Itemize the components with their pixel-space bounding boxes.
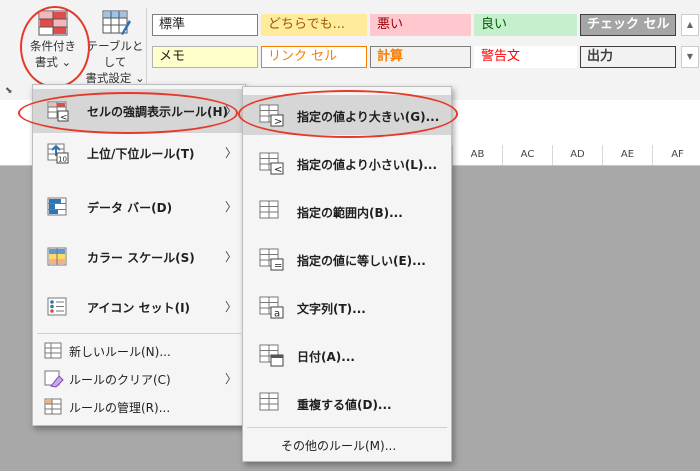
highlight-rules-icon: < bbox=[47, 100, 69, 125]
rule-2-icon bbox=[259, 200, 285, 227]
svg-text:<: < bbox=[274, 165, 282, 176]
svg-text:>: > bbox=[274, 117, 282, 128]
menu-item-label: データ バー(D) bbox=[87, 201, 173, 215]
cell-style-0[interactable]: 標準 bbox=[152, 14, 258, 36]
icon-set-icon bbox=[47, 296, 69, 321]
column-header-AF[interactable]: AF bbox=[652, 145, 700, 165]
rule-6-icon bbox=[259, 392, 285, 419]
rule-0-icon: > bbox=[259, 104, 285, 131]
menu-item-icon-set[interactable]: アイコン セット(I) 〉 bbox=[33, 285, 245, 329]
rule-5-icon bbox=[259, 344, 285, 371]
menu-item-clear-rule[interactable]: ルールのクリア(C) 〉 bbox=[33, 365, 245, 391]
menu-item-label: ルールの管理(R)... bbox=[69, 401, 171, 415]
more-rules-label: その他のルール(M)... bbox=[281, 439, 397, 453]
clear-rule-icon bbox=[43, 368, 65, 393]
menu-item-color-scale[interactable]: カラー スケール(S) 〉 bbox=[33, 235, 245, 279]
submenu-item-4[interactable]: a 文字列(T)... bbox=[243, 287, 451, 327]
cell-style-5[interactable]: メモ bbox=[152, 46, 258, 68]
svg-text:10: 10 bbox=[58, 156, 67, 164]
new-rule-icon bbox=[43, 340, 65, 365]
top-bottom-icon: 10 bbox=[47, 142, 69, 167]
format-table-icon bbox=[102, 10, 131, 35]
cell-style-4[interactable]: チェック セル bbox=[580, 14, 676, 36]
rule-3-icon: = bbox=[259, 248, 285, 275]
submenu-separator bbox=[247, 427, 447, 428]
svg-text:<: < bbox=[60, 113, 68, 122]
cell-style-8[interactable]: 警告文 bbox=[474, 46, 577, 68]
conditional-formatting-button[interactable]: 条件付き 書式 ⌄ bbox=[26, 10, 80, 70]
submenu-item-1[interactable]: < 指定の値より小さい(L)... bbox=[243, 143, 451, 183]
color-scale-icon bbox=[47, 246, 69, 271]
cell-style-7[interactable]: 計算 bbox=[370, 46, 471, 68]
submenu-item-label: 日付(A)... bbox=[297, 350, 355, 364]
submenu-item-0[interactable]: > 指定の値より大きい(G)... bbox=[243, 95, 451, 135]
chevron-right-icon: 〉 bbox=[224, 372, 237, 386]
rule-4-icon: a bbox=[259, 296, 285, 323]
menu-separator bbox=[37, 333, 241, 334]
cell-style-9[interactable]: 出力 bbox=[580, 46, 676, 68]
manage-rule-icon bbox=[43, 396, 65, 421]
svg-text:a: a bbox=[274, 309, 280, 320]
column-header-AD[interactable]: AD bbox=[552, 145, 602, 165]
column-header-AB[interactable]: AB bbox=[452, 145, 502, 165]
submenu-item-label: 指定の値より小さい(L)... bbox=[297, 158, 438, 172]
submenu-item-5[interactable]: 日付(A)... bbox=[243, 335, 451, 375]
more-rules-item[interactable]: その他のルール(M)... bbox=[243, 431, 451, 457]
ribbon-divider bbox=[146, 8, 147, 86]
format-as-table-button[interactable]: テーブルとして 書式設定 ⌄ bbox=[82, 10, 148, 86]
chevron-right-icon: 〉 bbox=[224, 146, 237, 160]
submenu-item-2[interactable]: 指定の範囲内(B)... bbox=[243, 191, 451, 231]
dialog-launcher-icon[interactable]: ⬊ bbox=[5, 86, 13, 96]
chevron-right-icon: 〉 bbox=[224, 300, 237, 314]
cond-format-label-2: 書式 ⌄ bbox=[34, 55, 72, 69]
menu-item-label: カラー スケール(S) bbox=[87, 251, 195, 265]
cell-style-1[interactable]: どちらでも... bbox=[261, 14, 367, 36]
menu-item-top-bottom[interactable]: 10 上位/下位ルール(T) 〉 bbox=[33, 131, 245, 175]
format-table-label-1: テーブルとして bbox=[86, 39, 144, 69]
cell-style-6[interactable]: リンク セル bbox=[261, 46, 367, 68]
cell-style-2[interactable]: 悪い bbox=[370, 14, 471, 36]
styles-scroll-up-icon[interactable]: ▲ bbox=[681, 14, 699, 36]
svg-text:=: = bbox=[274, 261, 282, 272]
submenu-item-6[interactable]: 重複する値(D)... bbox=[243, 383, 451, 423]
cell-style-3[interactable]: 良い bbox=[474, 14, 577, 36]
menu-item-label: セルの強調表示ルール(H) bbox=[87, 105, 229, 119]
menu-item-label: ルールのクリア(C) bbox=[69, 373, 171, 387]
submenu-item-label: 重複する値(D)... bbox=[297, 398, 392, 412]
menu-item-manage-rule[interactable]: ルールの管理(R)... bbox=[33, 393, 245, 419]
submenu-item-label: 指定の値に等しい(E)... bbox=[297, 254, 426, 268]
column-header-AE[interactable]: AE bbox=[602, 145, 652, 165]
submenu-item-label: 指定の値より大きい(G)... bbox=[297, 110, 440, 124]
submenu-item-3[interactable]: = 指定の値に等しい(E)... bbox=[243, 239, 451, 279]
submenu-item-label: 文字列(T)... bbox=[297, 302, 366, 316]
conditional-format-menu: < セルの強調表示ルール(H) 〉 10 上位/下位ルール(T) 〉データ バー(D) 〉カ… bbox=[32, 84, 246, 426]
menu-item-highlight-rules[interactable]: < セルの強調表示ルール(H) 〉 bbox=[33, 89, 245, 133]
chevron-right-icon: 〉 bbox=[224, 200, 237, 214]
rule-1-icon: < bbox=[259, 152, 285, 179]
styles-scroll-down-icon[interactable]: ▼ bbox=[681, 46, 699, 68]
highlight-rules-submenu: > 指定の値より大きい(G)... < 指定の値より小さい(L)... 指定の範囲内(B… bbox=[242, 86, 452, 462]
conditional-format-icon bbox=[38, 10, 68, 36]
menu-item-data-bar[interactable]: データ バー(D) 〉 bbox=[33, 185, 245, 229]
menu-item-new-rule[interactable]: 新しいルール(N)... bbox=[33, 337, 245, 363]
chevron-right-icon: 〉 bbox=[224, 250, 237, 264]
cond-format-label-1: 条件付き bbox=[30, 39, 76, 53]
menu-item-label: アイコン セット(I) bbox=[87, 301, 191, 315]
data-bar-icon bbox=[47, 196, 69, 221]
menu-item-label: 新しいルール(N)... bbox=[69, 345, 171, 359]
column-header-AC[interactable]: AC bbox=[502, 145, 552, 165]
submenu-item-label: 指定の範囲内(B)... bbox=[297, 206, 403, 220]
chevron-right-icon: 〉 bbox=[224, 104, 237, 118]
menu-item-label: 上位/下位ルール(T) bbox=[87, 147, 195, 161]
